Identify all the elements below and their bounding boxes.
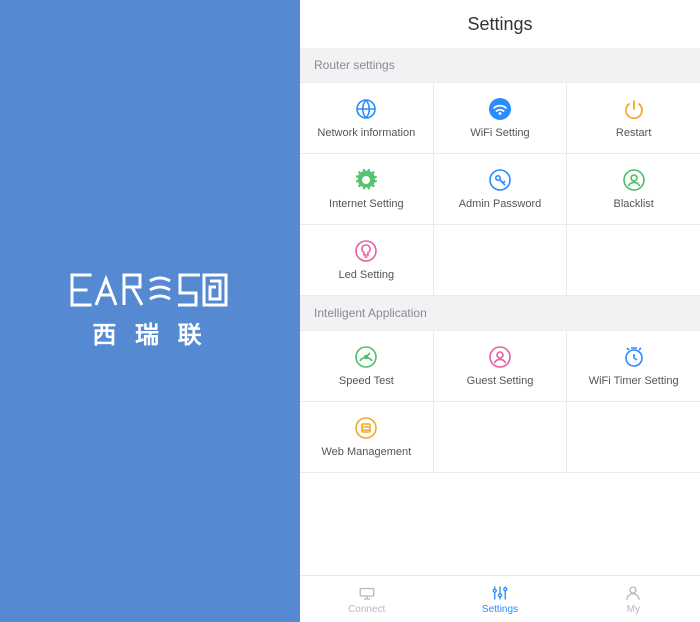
tile-label: Restart: [616, 127, 651, 139]
gauge-icon: [354, 345, 378, 369]
settings-screen: Settings Router settings Network informa…: [300, 0, 700, 622]
guest-user-icon: [488, 345, 512, 369]
tile-label: Speed Test: [339, 375, 394, 387]
tile-network-information[interactable]: Network information: [300, 83, 433, 153]
section-header-router: Router settings: [300, 48, 700, 82]
tile-blank: [567, 402, 700, 472]
bottom-tabbar: Connect Settings: [300, 575, 700, 622]
tile-guest-setting[interactable]: Guest Setting: [434, 331, 567, 401]
tile-label: Blacklist: [613, 198, 653, 210]
page-title: Settings: [300, 0, 700, 48]
connect-icon: [358, 584, 376, 602]
tile-blank: [567, 225, 700, 295]
section-header-intelligent: Intelligent Application: [300, 296, 700, 330]
tile-label: Web Management: [321, 446, 411, 458]
tile-label: Network information: [317, 127, 415, 139]
tile-label: Led Setting: [339, 269, 395, 281]
tab-label: Connect: [348, 604, 385, 615]
tab-settings[interactable]: Settings: [433, 576, 566, 622]
tile-blank: [434, 225, 567, 295]
tab-label: Settings: [482, 604, 518, 615]
tab-connect[interactable]: Connect: [300, 576, 433, 622]
brand-subtitle: 西 瑞 联: [92, 315, 207, 350]
tab-my[interactable]: My: [567, 576, 700, 622]
router-settings-grid: Network information WiFi Sett: [300, 82, 700, 296]
tile-label: Internet Setting: [329, 198, 404, 210]
tile-label: WiFi Timer Setting: [589, 375, 679, 387]
lightbulb-icon: [354, 239, 378, 263]
intelligent-app-grid: Speed Test Guest Setting: [300, 330, 700, 473]
tile-internet-setting[interactable]: Internet Setting: [300, 154, 433, 224]
brand-logo: 西 瑞 联: [70, 273, 230, 350]
tile-admin-password[interactable]: Admin Password: [434, 154, 567, 224]
tab-label: My: [627, 604, 640, 615]
power-icon: [622, 97, 646, 121]
tile-label: Guest Setting: [467, 375, 534, 387]
wifi-icon: [488, 97, 512, 121]
tile-label: Admin Password: [459, 198, 542, 210]
tile-led-setting[interactable]: Led Setting: [300, 225, 433, 295]
brand-logo-mark: [70, 273, 230, 307]
key-user-icon: [488, 168, 512, 192]
tile-wifi-setting[interactable]: WiFi Setting: [434, 83, 567, 153]
tile-label: WiFi Setting: [470, 127, 529, 139]
tile-restart[interactable]: Restart: [567, 83, 700, 153]
tile-speed-test[interactable]: Speed Test: [300, 331, 433, 401]
tile-web-management[interactable]: Web Management: [300, 402, 433, 472]
tile-blacklist[interactable]: Blacklist: [567, 154, 700, 224]
tile-wifi-timer-setting[interactable]: WiFi Timer Setting: [567, 331, 700, 401]
tile-blank: [434, 402, 567, 472]
user-block-icon: [622, 168, 646, 192]
clock-icon: [622, 345, 646, 369]
gear-icon: [354, 168, 378, 192]
web-management-icon: [354, 416, 378, 440]
brand-splash: 西 瑞 联: [0, 0, 300, 622]
sliders-icon: [491, 584, 509, 602]
user-icon: [624, 584, 642, 602]
globe-icon: [354, 97, 378, 121]
